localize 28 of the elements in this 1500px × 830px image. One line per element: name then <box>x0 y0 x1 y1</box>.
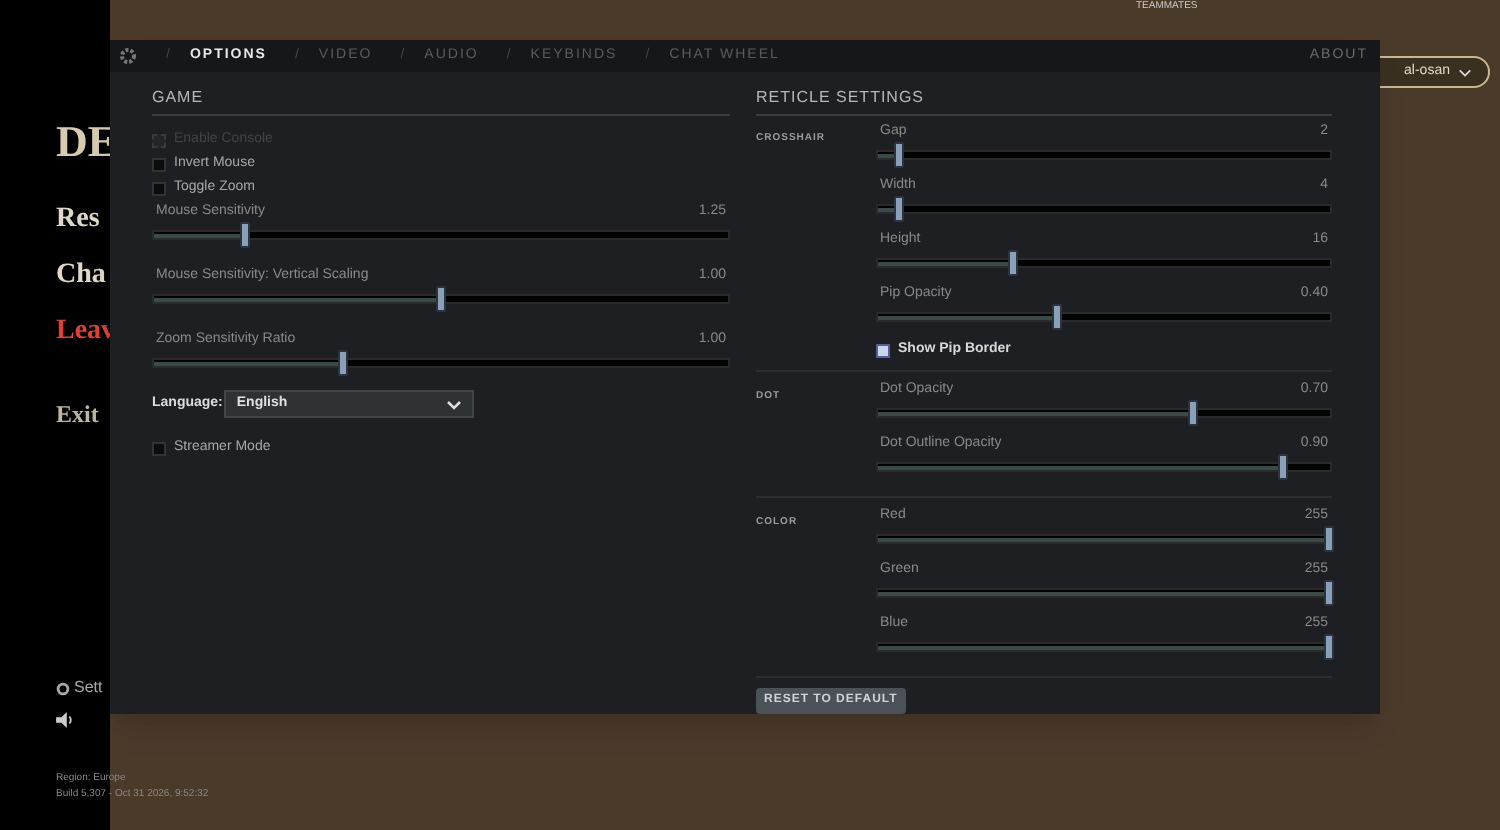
slider-thumb[interactable] <box>337 350 348 376</box>
slider-thumb[interactable] <box>1324 580 1334 606</box>
chevron-icon <box>446 399 463 409</box>
slider-thumb[interactable] <box>1188 400 1199 426</box>
speaker-icon[interactable] <box>56 712 74 728</box>
slider-thumb[interactable] <box>1007 250 1018 276</box>
slider-thumb[interactable] <box>435 286 445 312</box>
menu-link[interactable]: Leav <box>56 308 110 356</box>
slider-thumb[interactable] <box>1052 304 1063 330</box>
chevron-icon <box>1458 67 1472 77</box>
section-title: RETICLE SETTINGS <box>756 86 1332 116</box>
slider-thumb[interactable] <box>894 196 905 222</box>
slider-thumb[interactable] <box>1278 454 1289 480</box>
slider-thumb[interactable] <box>894 142 905 168</box>
section-title: GAME <box>152 86 730 116</box>
slider-thumb[interactable] <box>1324 634 1334 660</box>
gear-icon <box>56 681 70 695</box>
slider-thumb[interactable] <box>239 222 250 248</box>
settings-link[interactable]: Sett <box>74 676 103 700</box>
checkbox[interactable] <box>876 343 890 357</box>
slider-thumb[interactable] <box>1324 526 1334 552</box>
menu-link[interactable]: Cha <box>56 252 110 300</box>
gear-icon[interactable] <box>118 46 138 66</box>
menu-link[interactable]: Exit <box>56 396 110 432</box>
checkbox[interactable] <box>152 181 166 195</box>
menu-link[interactable]: Res <box>56 196 110 244</box>
checkbox[interactable] <box>152 157 166 171</box>
checkbox[interactable] <box>152 441 166 455</box>
